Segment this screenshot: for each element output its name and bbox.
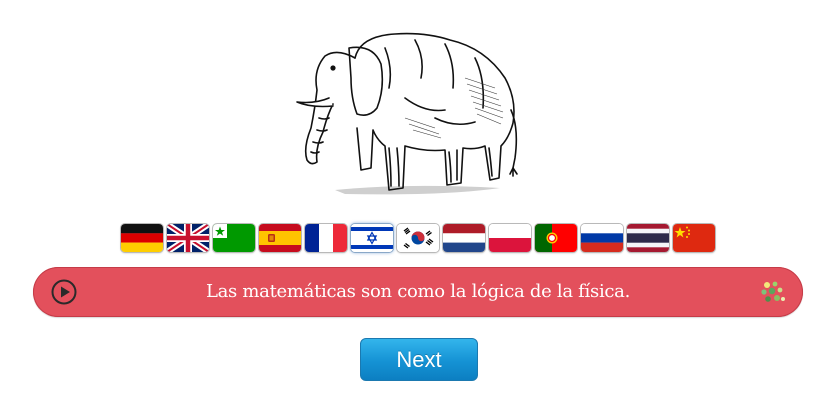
next-button[interactable]: Next (360, 338, 478, 381)
flag-portugal-icon[interactable] (535, 224, 577, 252)
flag-thailand-icon[interactable] (627, 224, 669, 252)
flag-spain-icon[interactable] (259, 224, 301, 252)
flag-china-icon[interactable] (673, 224, 715, 252)
flag-esperanto-icon[interactable] (213, 224, 255, 252)
flag-poland-icon[interactable] (489, 224, 531, 252)
flag-russia-icon[interactable] (581, 224, 623, 252)
flag-israel-icon[interactable] (351, 224, 393, 252)
dots-icon[interactable] (759, 279, 787, 305)
exercise-page: Las matemáticas son como la lógica de la… (0, 0, 838, 407)
sentence-bar: Las matemáticas son como la lógica de la… (33, 267, 803, 317)
flag-france-icon[interactable] (305, 224, 347, 252)
language-selector (121, 224, 715, 252)
flag-netherlands-icon[interactable] (443, 224, 485, 252)
flag-korea-icon[interactable] (397, 224, 439, 252)
flag-germany-icon[interactable] (121, 224, 163, 252)
sentence-text: Las matemáticas son como la lógica de la… (205, 281, 631, 302)
flag-uk-icon[interactable] (167, 224, 209, 252)
elephant-illustration (296, 32, 518, 195)
